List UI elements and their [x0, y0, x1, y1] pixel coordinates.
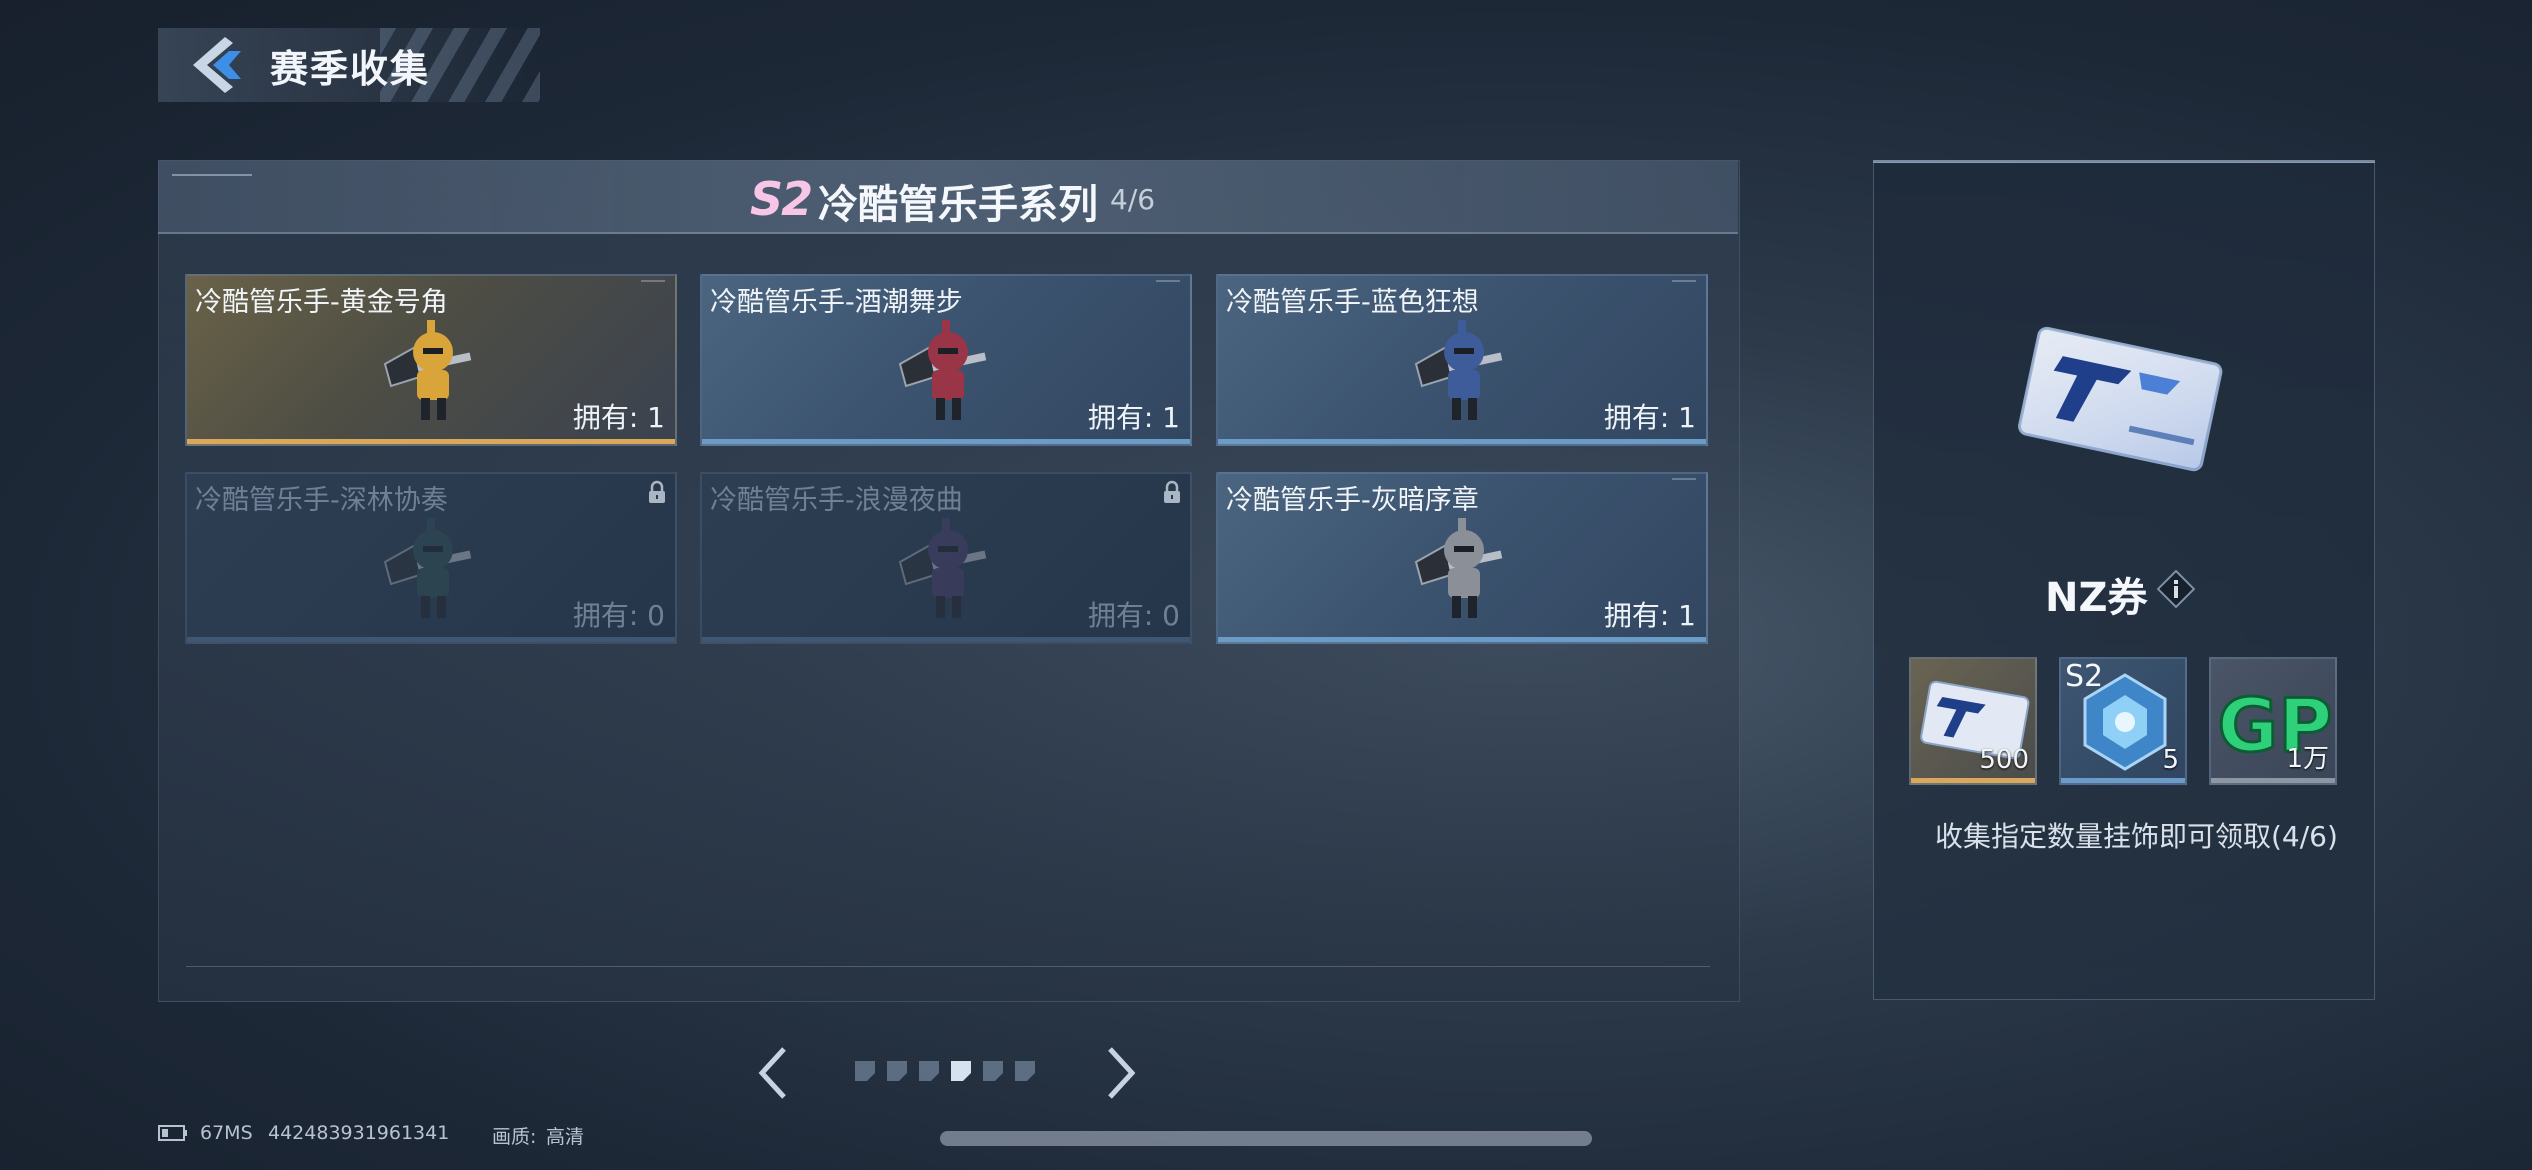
ping-text: 67MS — [200, 1122, 253, 1144]
reward-item[interactable]: S2 5 — [2059, 657, 2187, 785]
card-owned-count: 拥有: 0 — [1087, 599, 1180, 632]
back-arrow-icon[interactable] — [185, 33, 249, 97]
lock-icon — [649, 480, 665, 503]
card-owned-count: 拥有: 0 — [572, 599, 665, 632]
reward-rarity-bar — [2061, 778, 2185, 783]
player-id: 442483931961341 — [268, 1122, 450, 1144]
home-indicator[interactable] — [940, 1131, 1592, 1146]
collection-card[interactable]: 冷酷管乐手-灰暗序章 拥有: 1 — [1216, 472, 1708, 644]
collection-card[interactable]: 冷酷管乐手-蓝色狂想 拥有: 1 — [1216, 274, 1708, 446]
page-dot[interactable] — [919, 1061, 939, 1081]
reward-rarity-bar — [2211, 778, 2335, 783]
musician-figure-icon — [898, 320, 987, 420]
next-page-arrow-icon[interactable] — [1098, 1043, 1142, 1103]
reward-name: NZ券 — [2045, 575, 2148, 621]
reward-item[interactable]: GP 1万 — [2209, 657, 2337, 785]
musician-figure-icon — [1414, 320, 1503, 420]
quality-label: 画质: — [492, 1126, 537, 1148]
header-decoration — [172, 174, 252, 176]
card-corner-tag — [641, 280, 665, 292]
series-progress: 4/6 — [1110, 183, 1156, 216]
page-dot[interactable] — [1015, 1061, 1035, 1081]
collection-card[interactable]: 冷酷管乐手-酒潮舞步 拥有: 1 — [700, 274, 1192, 446]
musician-figure-icon — [383, 518, 472, 618]
battery-icon — [158, 1125, 187, 1141]
lock-icon — [1164, 480, 1180, 503]
card-corner-tag — [1156, 280, 1180, 292]
season-badge: S2 — [750, 172, 813, 226]
card-owned-count: 拥有: 1 — [572, 401, 665, 434]
collection-card[interactable]: 冷酷管乐手-黄金号角 拥有: 1 — [185, 274, 677, 446]
reward-quantity: 5 — [2162, 745, 2179, 775]
collect-hint: 收集指定数量挂饰即可领取(4/6) — [1935, 820, 2338, 853]
card-rarity-bar — [187, 637, 675, 642]
reward-item[interactable]: 500 — [1909, 657, 2037, 785]
page-dot[interactable] — [951, 1061, 971, 1081]
quality-value: 高清 — [546, 1126, 585, 1148]
card-owned-count: 拥有: 1 — [1603, 401, 1696, 434]
info-icon[interactable] — [2157, 570, 2195, 608]
musician-figure-icon — [383, 320, 472, 420]
reward-quantity: 500 — [1979, 745, 2029, 775]
page-dot[interactable] — [983, 1061, 1003, 1081]
nz-ticket-icon — [2018, 326, 2223, 472]
card-corner-tag — [1672, 280, 1696, 292]
page-title: 赛季收集 — [270, 47, 431, 91]
card-rarity-bar — [1218, 439, 1706, 444]
prev-page-arrow-icon[interactable] — [752, 1043, 796, 1103]
card-owned-count: 拥有: 1 — [1603, 599, 1696, 632]
collection-card[interactable]: 冷酷管乐手-深林协奏 拥有: 0 — [185, 472, 677, 644]
musician-figure-icon — [1414, 518, 1503, 618]
card-rarity-bar — [702, 637, 1190, 642]
card-rarity-bar — [187, 439, 675, 444]
series-title: 冷酷管乐手系列 — [818, 182, 1098, 228]
panel-divider — [186, 966, 1710, 967]
card-rarity-bar — [1218, 637, 1706, 642]
page-dot[interactable] — [855, 1061, 875, 1081]
card-corner-tag — [1672, 478, 1696, 490]
reward-quantity: 1万 — [2286, 744, 2329, 774]
card-rarity-bar — [702, 439, 1190, 444]
reward-rarity-bar — [1911, 778, 2035, 783]
card-owned-count: 拥有: 1 — [1087, 401, 1180, 434]
reward-panel-top-line — [1873, 160, 2375, 163]
musician-figure-icon — [898, 518, 987, 618]
reward-season-label: S2 — [2065, 659, 2104, 694]
collection-card[interactable]: 冷酷管乐手-浪漫夜曲 拥有: 0 — [700, 472, 1192, 644]
page-dot[interactable] — [887, 1061, 907, 1081]
